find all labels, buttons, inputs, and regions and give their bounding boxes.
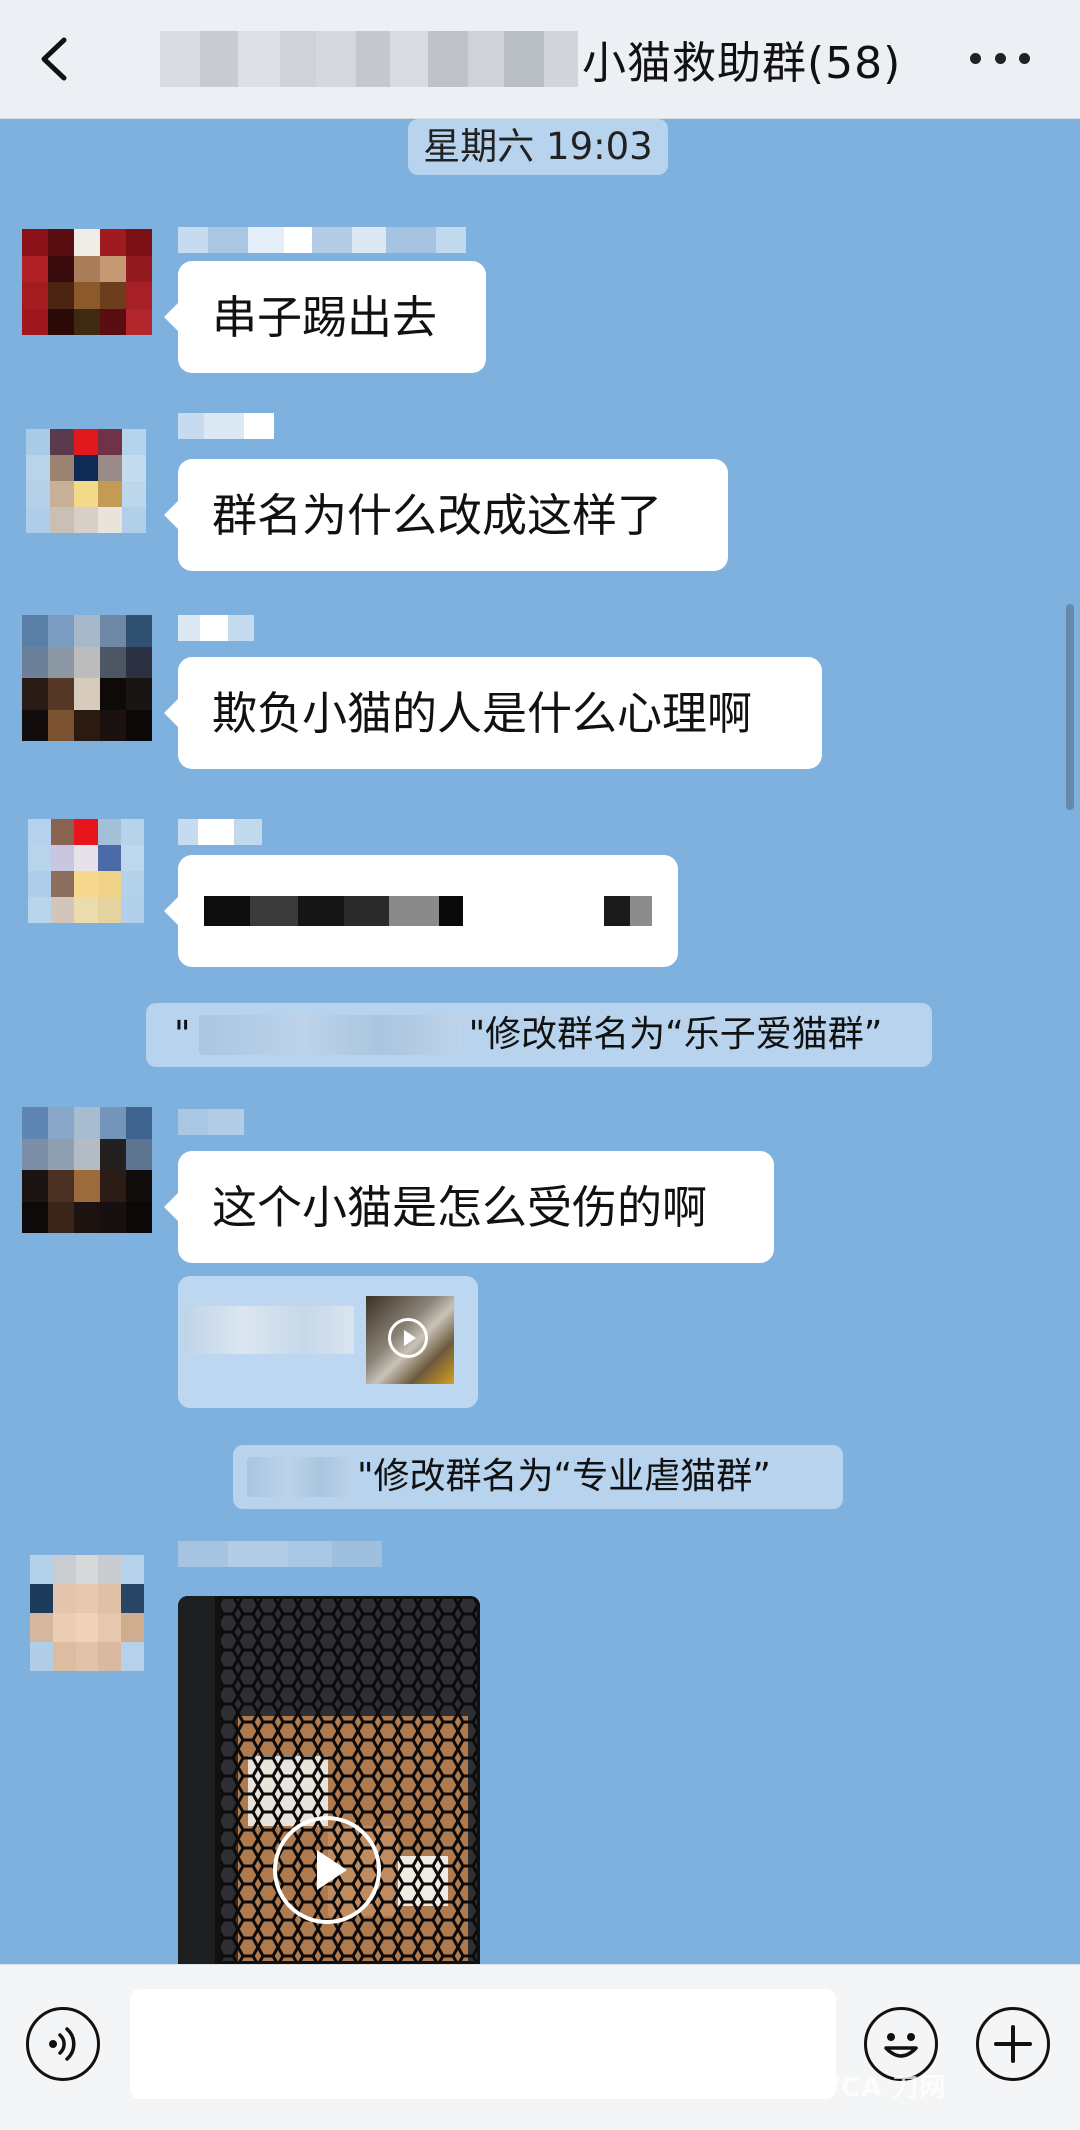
chat-area[interactable]: 星期六 19:03 串子踢出去 群名为什么改成这样了 欺负小猫的人是什么心理啊	[0, 119, 1080, 1964]
sender-name-blurred	[178, 413, 274, 439]
system-message-text: "修改群名为“专业虐猫群”	[357, 1456, 771, 1497]
avatar[interactable]	[22, 615, 152, 741]
video-thumbnail	[366, 1296, 454, 1384]
chevron-left-icon	[41, 37, 67, 81]
more-dot	[994, 52, 1006, 64]
voice-button[interactable]	[26, 2007, 100, 2081]
message-text: 这个小猫是怎么受伤的啊	[212, 1180, 708, 1234]
video-link-card[interactable]	[178, 1276, 478, 1408]
video-message[interactable]	[178, 1596, 480, 1964]
avatar[interactable]	[28, 819, 144, 923]
message-text: 群名为什么改成这样了	[212, 488, 663, 542]
blurred-member-name	[247, 1457, 353, 1497]
more-dot	[1019, 52, 1030, 64]
back-button[interactable]	[30, 28, 86, 90]
sender-name-blurred	[178, 819, 262, 845]
message-text: 串子踢出去	[212, 290, 438, 344]
sender-name-blurred	[178, 1109, 244, 1135]
system-quote: "	[174, 1014, 191, 1055]
blurred-card-title	[184, 1306, 354, 1354]
message-bubble[interactable]: 这个小猫是怎么受伤的啊	[164, 1151, 774, 1263]
watermark-logo: VCA 刀网	[820, 2073, 947, 2103]
sender-name-blurred	[178, 1541, 382, 1567]
system-message-text: "修改群名为“乐子爱猫群”	[468, 1014, 883, 1055]
voice-icon	[49, 2027, 76, 2061]
more-dot	[970, 52, 981, 64]
group-title: 小猫救助群(58)	[582, 38, 902, 89]
message-text: 欺负小猫的人是什么心理啊	[212, 686, 753, 740]
avatar[interactable]	[22, 1107, 152, 1233]
avatar[interactable]	[22, 229, 152, 335]
chat-header: 小猫救助群(58)	[0, 0, 1080, 119]
chat-title[interactable]: 小猫救助群(58)	[160, 24, 901, 94]
message-bubble-redacted[interactable]	[164, 855, 678, 967]
add-button[interactable]	[976, 2007, 1050, 2081]
system-message: "修改群名为“专业虐猫群”	[233, 1445, 843, 1509]
time-divider: 星期六 19:03	[408, 119, 668, 175]
system-message: " "修改群名为“乐子爱猫群”	[146, 1003, 932, 1067]
plus-icon	[994, 2025, 1032, 2063]
message-bubble[interactable]: 串子踢出去	[164, 261, 486, 373]
avatar[interactable]	[26, 429, 146, 533]
blurred-group-name	[160, 31, 578, 87]
sender-name-blurred	[178, 227, 466, 253]
play-icon	[388, 1318, 428, 1358]
blurred-member-name	[198, 1015, 461, 1055]
scrollbar-thumb[interactable]	[1066, 604, 1074, 810]
avatar[interactable]	[30, 1555, 144, 1671]
redacted-text	[204, 896, 653, 926]
message-bubble[interactable]: 群名为什么改成这样了	[164, 459, 728, 571]
message-bubble[interactable]: 欺负小猫的人是什么心理啊	[164, 657, 822, 769]
sender-name-blurred	[178, 615, 254, 641]
message-input[interactable]	[130, 1989, 836, 2099]
more-button[interactable]	[970, 40, 1030, 76]
play-icon[interactable]	[273, 1816, 381, 1924]
input-bar: VCA 刀网	[0, 1964, 1080, 2130]
